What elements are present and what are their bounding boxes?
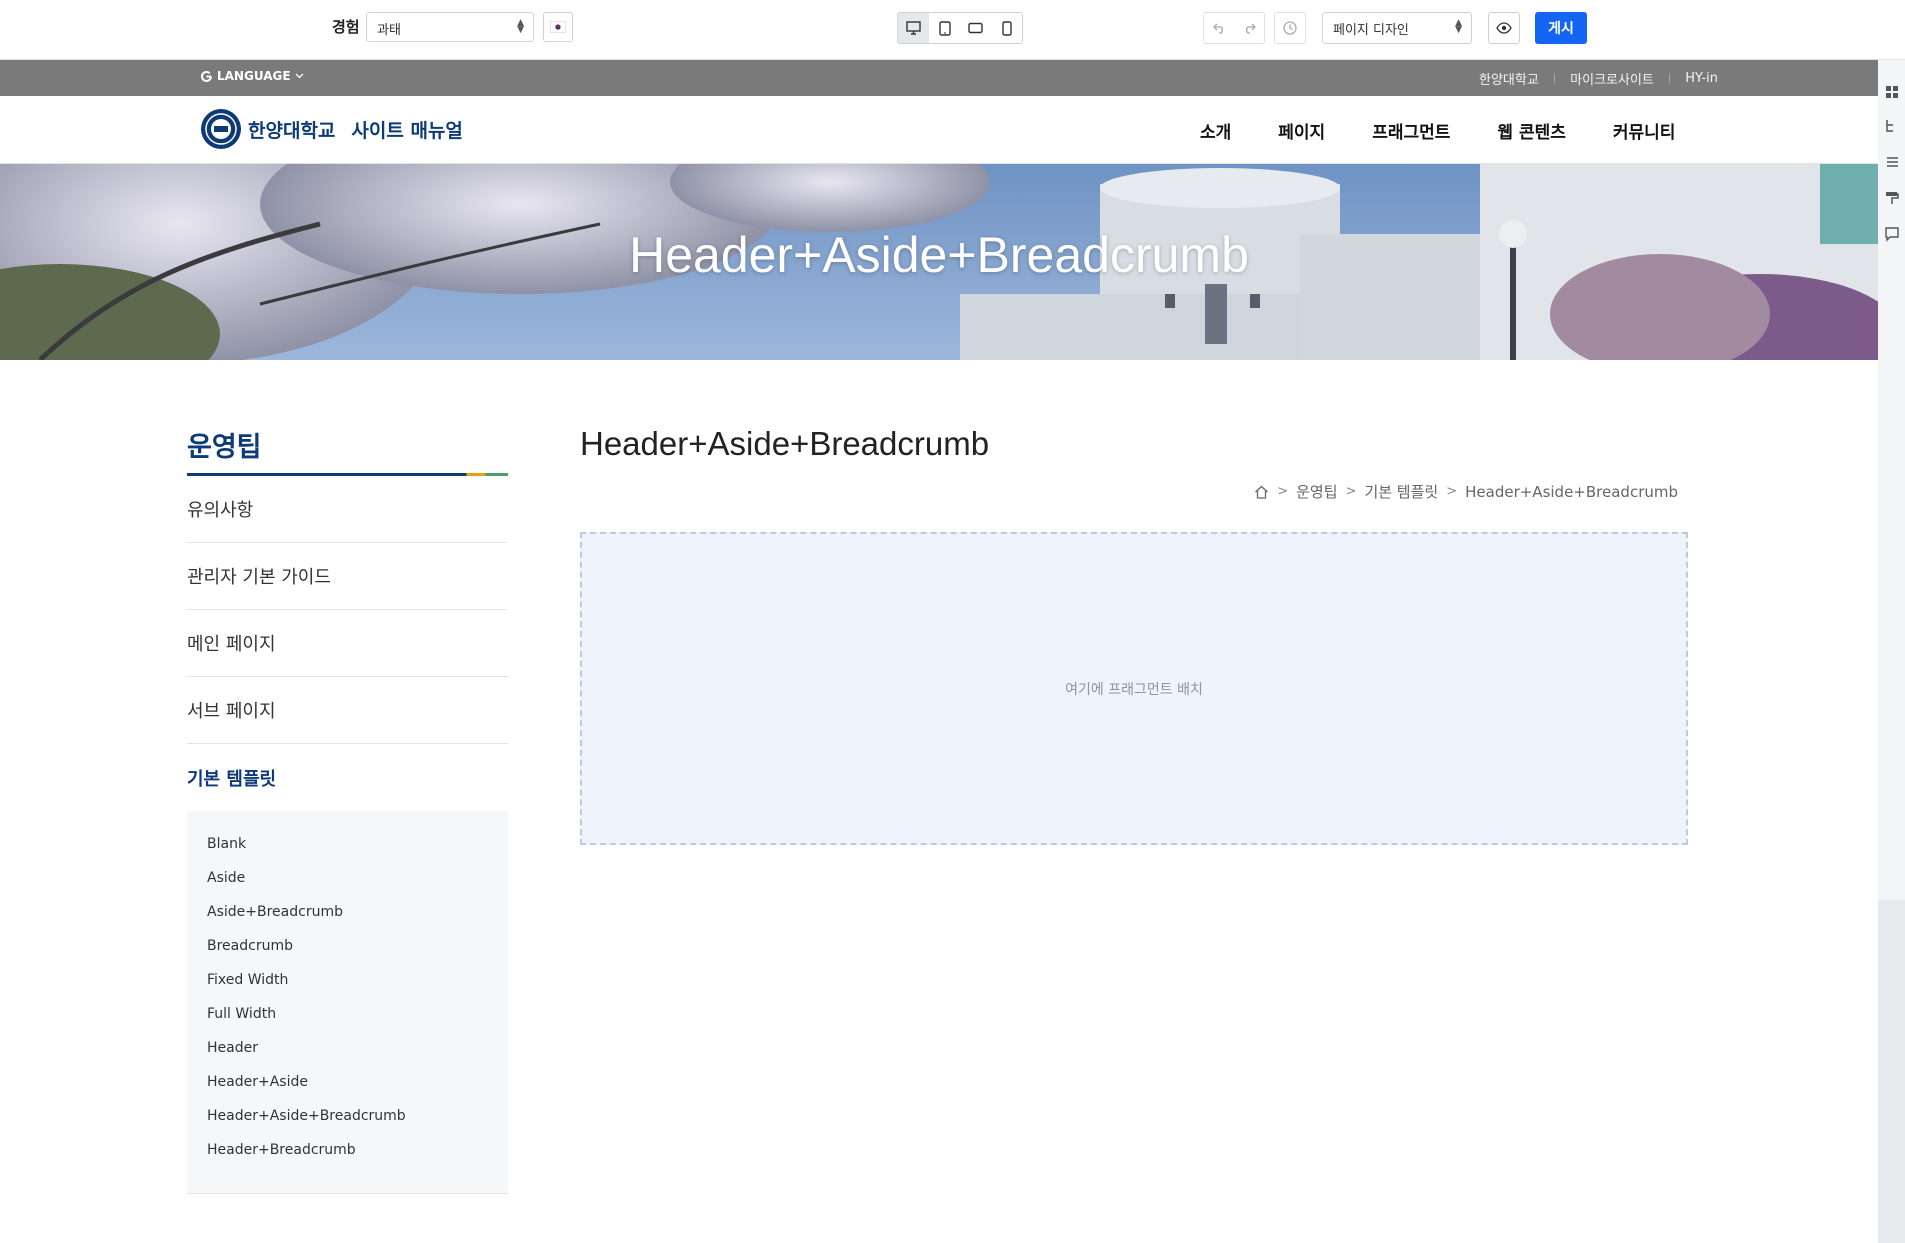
preview-button[interactable] <box>1488 12 1520 44</box>
tablet-icon <box>938 20 951 36</box>
comment-icon[interactable] <box>1884 226 1900 242</box>
submenu-item-header[interactable]: Header <box>207 1039 488 1073</box>
nav-item-community[interactable]: 커뮤니티 <box>1613 118 1676 143</box>
fragments-grid-icon[interactable] <box>1884 84 1900 100</box>
nav-item-page[interactable]: 페이지 <box>1278 118 1325 143</box>
page-structure-icon[interactable] <box>1884 118 1900 134</box>
side-menu: 운영팁 유의사항 관리자 기본 가이드 메인 페이지 서브 페이지 기본 템플릿… <box>187 425 508 1194</box>
mobile-icon <box>1001 20 1012 36</box>
submenu-item-aside[interactable]: Aside <box>207 869 488 903</box>
side-menu-item-sub-page[interactable]: 서브 페이지 <box>187 677 508 744</box>
submenu-item-aside-breadcrumb[interactable]: Aside+Breadcrumb <box>207 903 488 937</box>
editor-toolbar: 경험 과태 ▲ ▼ 페이지 디자인 ▲ ▼ 게시 <box>0 0 1905 60</box>
drop-zone-text: 여기에 프래그먼트 배치 <box>1065 681 1203 698</box>
submenu-item-fixed-width[interactable]: Fixed Width <box>207 971 488 1005</box>
breadcrumb-item-tips[interactable]: 운영팁 <box>1296 481 1337 502</box>
side-menu-item-admin-guide[interactable]: 관리자 기본 가이드 <box>187 543 508 610</box>
side-menu-title: 운영팁 <box>187 432 262 463</box>
breadcrumb-item-basic-template[interactable]: 기본 템플릿 <box>1364 481 1438 502</box>
mobile-view-button[interactable] <box>991 13 1022 43</box>
mode-select-value: 페이지 디자인 <box>1333 23 1409 38</box>
site-header: 한양대학교 사이트 매뉴얼 소개 페이지 프래그먼트 웹 콘텐츠 커뮤니티 <box>0 96 1878 164</box>
utility-links: 한양대학교 | 마이크로사이트 | HY-in <box>1479 69 1718 88</box>
home-icon[interactable] <box>1254 485 1269 499</box>
select-arrows-icon: ▲ ▼ <box>1455 18 1462 35</box>
google-g-icon <box>201 70 212 82</box>
paint-roller-icon[interactable] <box>1884 190 1900 206</box>
select-arrows-icon: ▲ ▼ <box>517 18 524 35</box>
side-menu-item-main-page[interactable]: 메인 페이지 <box>187 610 508 677</box>
undo-button[interactable] <box>1204 13 1234 43</box>
desktop-icon <box>906 21 921 35</box>
utility-link-hanyang[interactable]: 한양대학교 <box>1479 69 1539 88</box>
mode-select[interactable]: 페이지 디자인 ▲ ▼ <box>1322 12 1472 44</box>
side-submenu: Blank Aside Aside+Breadcrumb Breadcrumb … <box>187 811 508 1194</box>
language-selector[interactable]: LANGUAGE <box>200 69 304 83</box>
submenu-item-breadcrumb[interactable]: Breadcrumb <box>207 937 488 971</box>
page-canvas: LANGUAGE 한양대학교 | 마이크로사이트 | HY-in 한양대학교 사… <box>0 60 1878 1243</box>
site-name: 사이트 매뉴얼 <box>351 119 463 142</box>
utility-link-hyin[interactable]: HY-in <box>1685 71 1718 86</box>
history-controls <box>1203 12 1265 44</box>
desktop-view-button[interactable] <box>898 13 929 43</box>
experience-select-value: 과태 <box>377 23 401 38</box>
clock-icon <box>1283 21 1297 35</box>
main-navigation: 소개 페이지 프래그먼트 웹 콘텐츠 커뮤니티 <box>1200 96 1675 164</box>
site-logo[interactable]: 한양대학교 사이트 매뉴얼 <box>200 108 463 150</box>
nav-item-fragment[interactable]: 프래그먼트 <box>1372 118 1450 143</box>
page-title: Header+Aside+Breadcrumb <box>580 425 990 462</box>
tablet-view-button[interactable] <box>929 13 960 43</box>
hero-banner: Header+Aside+Breadcrumb <box>0 164 1878 360</box>
divider: | <box>1667 73 1672 84</box>
publish-button[interactable]: 게시 <box>1535 12 1587 44</box>
korea-flag-icon <box>550 21 566 33</box>
university-seal-icon <box>201 109 241 149</box>
tablet-landscape-view-button[interactable] <box>960 13 991 43</box>
utility-bar: LANGUAGE 한양대학교 | 마이크로사이트 | HY-in <box>0 60 1878 96</box>
submenu-item-header-breadcrumb[interactable]: Header+Breadcrumb <box>207 1141 488 1175</box>
tablet-landscape-icon <box>968 22 983 34</box>
experience-label: 경험 <box>332 18 360 36</box>
divider: | <box>1552 73 1557 84</box>
breadcrumb-item-current: Header+Aside+Breadcrumb <box>1465 482 1678 501</box>
chevron-right-icon: > <box>1446 484 1458 499</box>
main-content: Header+Aside+Breadcrumb > 운영팁 > 기본 템플릿 >… <box>580 425 1688 845</box>
list-icon[interactable] <box>1884 154 1900 170</box>
eye-icon <box>1496 22 1512 34</box>
utility-link-microsite[interactable]: 마이크로사이트 <box>1570 69 1654 88</box>
nav-item-web-content[interactable]: 웹 콘텐츠 <box>1497 118 1565 143</box>
fragment-drop-zone[interactable]: 여기에 프래그먼트 배치 <box>580 532 1688 845</box>
experience-select[interactable]: 과태 ▲ ▼ <box>366 12 534 42</box>
history-button[interactable] <box>1274 12 1306 44</box>
hero-title: Header+Aside+Breadcrumb <box>629 227 1249 283</box>
submenu-item-header-aside[interactable]: Header+Aside <box>207 1073 488 1107</box>
rail-scrollbar[interactable] <box>1878 900 1905 1243</box>
undo-icon <box>1212 23 1223 34</box>
submenu-item-header-aside-breadcrumb[interactable]: Header+Aside+Breadcrumb <box>207 1107 488 1141</box>
breadcrumb: > 운영팁 > 기본 템플릿 > Header+Aside+Breadcrumb <box>1254 481 1678 502</box>
submenu-item-blank[interactable]: Blank <box>207 835 488 869</box>
nav-item-intro[interactable]: 소개 <box>1200 118 1231 143</box>
redo-button[interactable] <box>1234 13 1264 43</box>
chevron-down-icon <box>295 73 304 79</box>
chevron-right-icon: > <box>1277 484 1289 499</box>
side-menu-item-notes[interactable]: 유의사항 <box>187 476 508 543</box>
language-label: LANGUAGE <box>217 69 291 83</box>
redo-icon <box>1245 23 1256 34</box>
submenu-item-full-width[interactable]: Full Width <box>207 1005 488 1039</box>
language-flag-button[interactable] <box>543 12 573 42</box>
logo-text: 한양대학교 <box>248 119 336 142</box>
side-menu-item-basic-template[interactable]: 기본 템플릿 <box>187 744 508 811</box>
device-switcher <box>897 12 1023 44</box>
chevron-right-icon: > <box>1345 484 1357 499</box>
